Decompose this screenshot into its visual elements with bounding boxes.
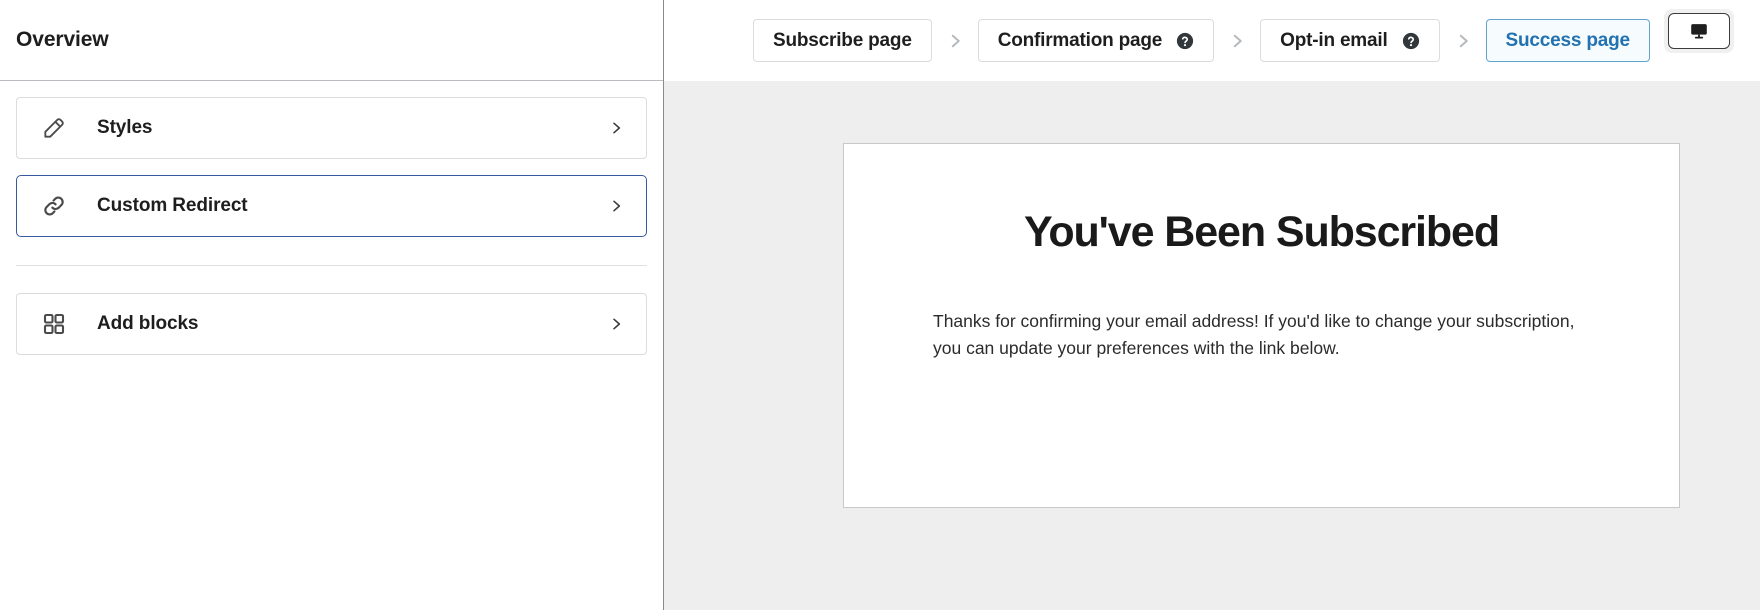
help-icon[interactable] (1402, 32, 1420, 50)
tab-label: Confirmation page (998, 30, 1162, 52)
chevron-right-icon (946, 32, 964, 50)
page-title: Overview (16, 28, 109, 52)
chevron-right-icon (1454, 32, 1472, 50)
desktop-icon (1688, 20, 1710, 42)
device-preview-toggle (1664, 9, 1734, 53)
sidebar-header: Overview (0, 0, 663, 81)
tab-label: Opt-in email (1280, 30, 1387, 52)
step-breadcrumb: Subscribe page Confirmation page (753, 19, 1650, 62)
app-root: Overview Styles (0, 0, 1760, 610)
sidebar-item-label: Styles (97, 117, 608, 139)
sidebar-item-custom-redirect[interactable]: Custom Redirect (16, 175, 647, 237)
success-paragraph: Thanks for confirming your email address… (900, 308, 1623, 361)
tab-label: Subscribe page (773, 30, 912, 52)
grid-icon (41, 311, 67, 337)
topbar: Subscribe page Confirmation page (664, 0, 1760, 81)
link-icon (41, 193, 67, 219)
sidebar-divider (16, 265, 647, 266)
tab-opt-in-email[interactable]: Opt-in email (1260, 19, 1439, 62)
chevron-right-icon (608, 198, 624, 214)
desktop-preview-button[interactable] (1668, 13, 1730, 49)
success-heading: You've Been Subscribed (900, 208, 1623, 257)
sidebar-item-add-blocks[interactable]: Add blocks (16, 293, 647, 355)
chevron-right-icon (608, 316, 624, 332)
tab-subscribe-page[interactable]: Subscribe page (753, 19, 932, 62)
tab-confirmation-page[interactable]: Confirmation page (978, 19, 1214, 62)
pencil-icon (41, 115, 67, 141)
right-panel: Subscribe page Confirmation page (664, 0, 1760, 610)
tab-label: Success page (1506, 30, 1630, 52)
chevron-right-icon (1228, 32, 1246, 50)
sidebar-nav-list: Styles Custom Redirect (0, 81, 663, 355)
sidebar: Overview Styles (0, 0, 664, 610)
help-icon[interactable] (1176, 32, 1194, 50)
sidebar-item-label: Custom Redirect (97, 195, 608, 217)
chevron-right-icon (608, 120, 624, 136)
preview-canvas: You've Been Subscribed Thanks for confir… (664, 81, 1760, 610)
sidebar-item-styles[interactable]: Styles (16, 97, 647, 159)
tab-success-page[interactable]: Success page (1486, 19, 1650, 62)
success-page-card: You've Been Subscribed Thanks for confir… (843, 143, 1680, 508)
sidebar-item-label: Add blocks (97, 313, 608, 335)
